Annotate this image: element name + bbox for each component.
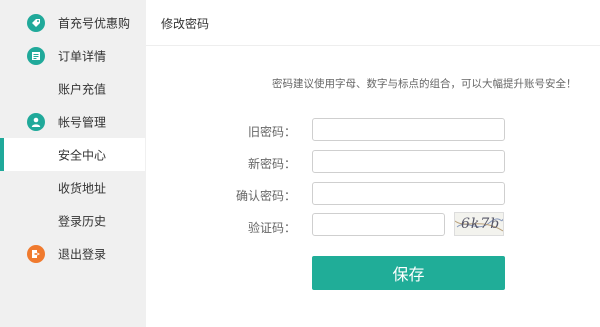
sidebar-item-label: 登录历史 — [58, 214, 107, 228]
sidebar-item-account-recharge[interactable]: 账户充值 — [0, 72, 145, 105]
sidebar-item-account-management[interactable]: 帐号管理 — [0, 105, 145, 138]
sidebar-item-label: 安全中心 — [58, 148, 107, 162]
new-password-input[interactable] — [312, 150, 505, 173]
sidebar-item-shipping-address[interactable]: 收货地址 — [0, 171, 145, 204]
change-password-panel: 修改密码 密码建议使用字母、数字与标点的组合，可以大幅提升账号安全！ 旧密码： … — [146, 0, 600, 327]
sidebar-item-label: 收货地址 — [58, 181, 107, 195]
sidebar-item-first-recharge[interactable]: 首充号优惠购 — [0, 6, 145, 39]
captcha-image[interactable]: 6k7b — [454, 212, 504, 236]
sidebar-item-label: 退出登录 — [58, 247, 107, 261]
captcha-text: 6k7b — [461, 216, 501, 232]
order-list-icon — [27, 46, 45, 65]
captcha-label: 验证码： — [247, 221, 296, 235]
sidebar-item-label: 订单详情 — [58, 49, 107, 63]
sidebar-item-logout[interactable]: 退出登录 — [0, 237, 145, 270]
sidebar-item-label: 帐号管理 — [58, 115, 107, 129]
sidebar-item-security-center[interactable]: 安全中心 — [0, 138, 145, 171]
new-password-label: 新密码： — [247, 157, 296, 171]
captcha-input[interactable] — [312, 213, 445, 236]
old-password-label: 旧密码： — [247, 125, 296, 139]
confirm-password-label: 确认密码： — [235, 189, 296, 203]
user-icon — [27, 112, 45, 131]
sidebar-item-login-history[interactable]: 登录历史 — [0, 204, 145, 237]
old-password-input[interactable] — [312, 118, 505, 141]
password-hint: 密码建议使用字母、数字与标点的组合，可以大幅提升账号安全！ — [272, 78, 577, 90]
sidebar: 首充号优惠购 订单详情 账户充值 帐号管理 安全中心 收货地址 登录历史 退出登… — [0, 0, 145, 327]
confirm-password-input[interactable] — [312, 182, 505, 205]
sidebar-item-order-details[interactable]: 订单详情 — [0, 39, 145, 72]
tag-icon — [27, 13, 45, 32]
sidebar-item-label: 账户充值 — [58, 82, 107, 96]
page-title: 修改密码 — [161, 17, 210, 31]
logout-icon — [27, 244, 45, 263]
save-button[interactable]: 保存 — [312, 256, 505, 290]
sidebar-item-label: 首充号优惠购 — [58, 16, 131, 30]
panel-header: 修改密码 — [146, 0, 600, 46]
